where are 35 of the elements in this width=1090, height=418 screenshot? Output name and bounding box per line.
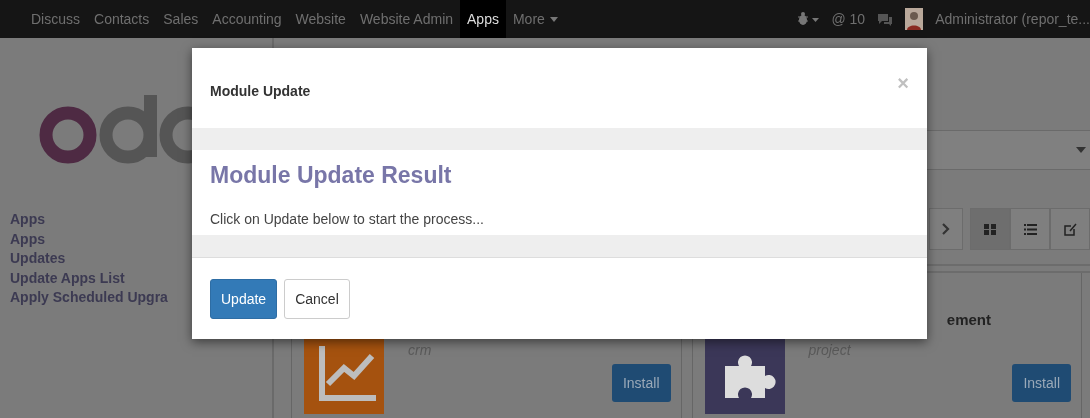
message-text: Click on Update below to start the process... [210,211,485,227]
install-button[interactable]: Install [611,364,671,402]
app-title: ement [946,311,991,328]
menu-item[interactable]: Sales [156,0,206,38]
dialog-title: Module Update [210,83,311,99]
sidebar-item[interactable]: Update Apps List [10,268,125,288]
sidebar-section-title: Apps [10,210,45,229]
result-heading: Module Update Result [210,162,453,189]
menu-item[interactable]: Website Admin [352,0,461,38]
chevron-right-icon [942,223,950,235]
menu-item[interactable]: Accounting [205,0,289,38]
next-page-button[interactable] [929,208,963,250]
caret-icon[interactable] [1076,147,1086,153]
form-view-button[interactable] [1050,208,1090,250]
list-view-button[interactable] [1010,208,1050,250]
install-button[interactable]: Install [1012,364,1071,402]
menu-item[interactable]: More [505,0,565,38]
kanban-view-button[interactable] [970,208,1010,250]
user-name[interactable]: Administrator (repor_te... [935,11,1090,27]
grid-icon [984,223,996,235]
sidebar-item[interactable]: Apply Scheduled Upgra [10,288,168,308]
update-button[interactable]: Update [210,279,278,319]
menu-item[interactable]: Discuss [24,0,87,38]
cancel-button[interactable]: Cancel [284,279,350,319]
edit-icon [1063,222,1077,236]
bug-icon[interactable] [797,12,820,26]
menu-item[interactable]: Contacts [87,0,157,38]
menu-item[interactable]: Website [288,0,353,38]
mentions-counter[interactable]: @ 10 [831,11,866,27]
list-icon [1023,223,1037,235]
chat-icon[interactable] [877,12,894,26]
sidebar-item[interactable]: Updates [10,249,66,269]
avatar-icon [905,8,924,30]
sidebar-item[interactable]: Apps [10,229,45,249]
menu-item[interactable]: Apps [460,0,506,38]
